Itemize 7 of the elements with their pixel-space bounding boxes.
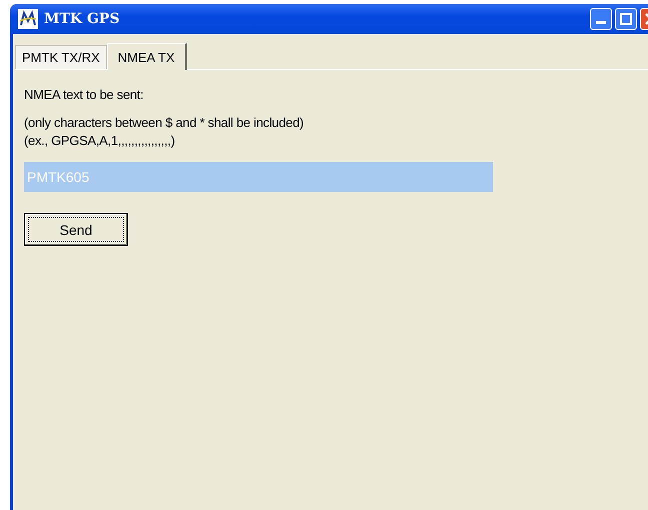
send-button[interactable]: Send [24,213,128,246]
window-title: MTK GPS [44,11,121,27]
tab[interactable]: PMTK TX/RX [15,45,107,69]
hint-text: (only characters between $ and * shall be included) [24,114,305,132]
field-label: NMEA text to be sent: [24,87,144,102]
hint-text: (ex., GPGSA,A,1,,,,,,,,,,,,,,,,) [24,132,176,150]
tab[interactable]: NMEA TX [106,43,187,70]
